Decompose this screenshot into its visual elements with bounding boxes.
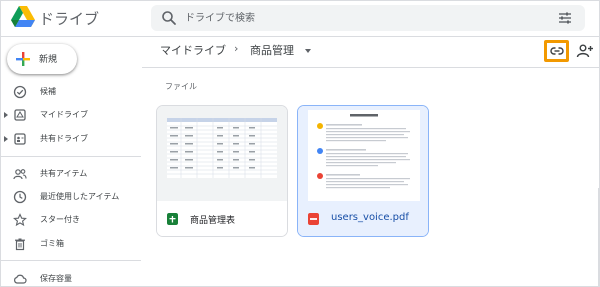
sidebar-item-recent[interactable]: 最近使用したアイテム xyxy=(1,187,141,207)
sidebar-item-my-drive[interactable]: マイドライブ xyxy=(1,105,141,125)
file-card-selected[interactable]: users_voice.pdf xyxy=(297,105,429,237)
pdf-preview xyxy=(308,110,420,208)
cloud-icon xyxy=(14,274,27,284)
tune-icon[interactable] xyxy=(557,10,573,26)
pdf-file-icon xyxy=(308,213,319,225)
sidebar-item-label: 保存容量 xyxy=(40,274,72,283)
sidebar: 新規 候補 マイドライブ 共有ドライブ 共有アイテム 最近使用したアイテム スタ… xyxy=(1,38,141,286)
app-title: ドライブ xyxy=(39,10,100,28)
new-button[interactable]: 新規 xyxy=(7,44,77,74)
link-icon xyxy=(550,47,564,55)
clock-icon xyxy=(13,190,27,204)
sheets-file-icon xyxy=(167,213,178,225)
sidebar-item-storage[interactable]: 保存容量 xyxy=(1,269,141,286)
expand-arrow-icon[interactable] xyxy=(4,136,8,142)
star-icon xyxy=(13,213,27,227)
drive-window: ドライブ 新規 xyxy=(0,0,600,287)
search-bar[interactable] xyxy=(151,5,585,31)
file-card[interactable]: 商品管理表 xyxy=(156,105,288,237)
my-drive-icon xyxy=(14,109,26,121)
sidebar-item-label: 共有ドライブ xyxy=(40,134,88,143)
people-icon xyxy=(13,169,27,180)
plus-icon xyxy=(16,52,30,66)
main-content: マイドライブ › 商品管理 ファイル 商品管理表 users_voice.pdf xyxy=(142,38,599,286)
sidebar-item-label: ゴミ箱 xyxy=(40,239,64,248)
sidebar-item-label: 最近使用したアイテム xyxy=(40,192,120,201)
breadcrumb-current-folder[interactable]: 商品管理 xyxy=(250,42,294,58)
new-button-label: 新規 xyxy=(39,55,58,65)
search-input[interactable] xyxy=(185,8,525,28)
file-card-footer: users_voice.pdf xyxy=(298,201,428,236)
trash-icon xyxy=(15,238,25,251)
sidebar-item-label: 候補 xyxy=(40,87,56,96)
sidebar-divider xyxy=(1,260,141,261)
sidebar-item-starred[interactable]: スター付き xyxy=(1,210,141,230)
breadcrumb-separator: › xyxy=(234,42,239,55)
breadcrumb-my-drive[interactable]: マイドライブ xyxy=(160,42,226,58)
expand-arrow-icon[interactable] xyxy=(4,112,8,118)
drive-logo-icon[interactable] xyxy=(11,6,35,28)
sidebar-item-label: スター付き xyxy=(40,215,80,224)
shared-drive-icon xyxy=(14,133,26,145)
spreadsheet-preview xyxy=(167,118,277,178)
search-icon[interactable] xyxy=(161,10,177,26)
copy-link-button[interactable] xyxy=(544,40,569,62)
file-name: users_voice.pdf xyxy=(331,212,409,223)
sidebar-item-label: 共有アイテム xyxy=(40,169,88,178)
file-card-footer: 商品管理表 xyxy=(157,201,287,236)
sidebar-item-suggestions[interactable]: 候補 xyxy=(1,82,141,102)
header-divider xyxy=(142,67,599,68)
sidebar-item-shared-with-me[interactable]: 共有アイテム xyxy=(1,164,141,184)
file-thumbnail xyxy=(157,106,287,201)
sidebar-item-label: マイドライブ xyxy=(40,110,88,119)
file-thumbnail xyxy=(298,106,428,208)
folder-menu-caret-icon[interactable] xyxy=(305,49,311,53)
add-person-icon[interactable] xyxy=(576,42,594,60)
sidebar-item-shared-drives[interactable]: 共有ドライブ xyxy=(1,129,141,149)
check-circle-icon xyxy=(13,85,27,99)
sidebar-item-trash[interactable]: ゴミ箱 xyxy=(1,234,141,254)
files-section-label: ファイル xyxy=(165,82,197,91)
file-name: 商品管理表 xyxy=(190,216,236,226)
sidebar-divider xyxy=(1,156,141,157)
top-bar: ドライブ xyxy=(1,1,599,37)
